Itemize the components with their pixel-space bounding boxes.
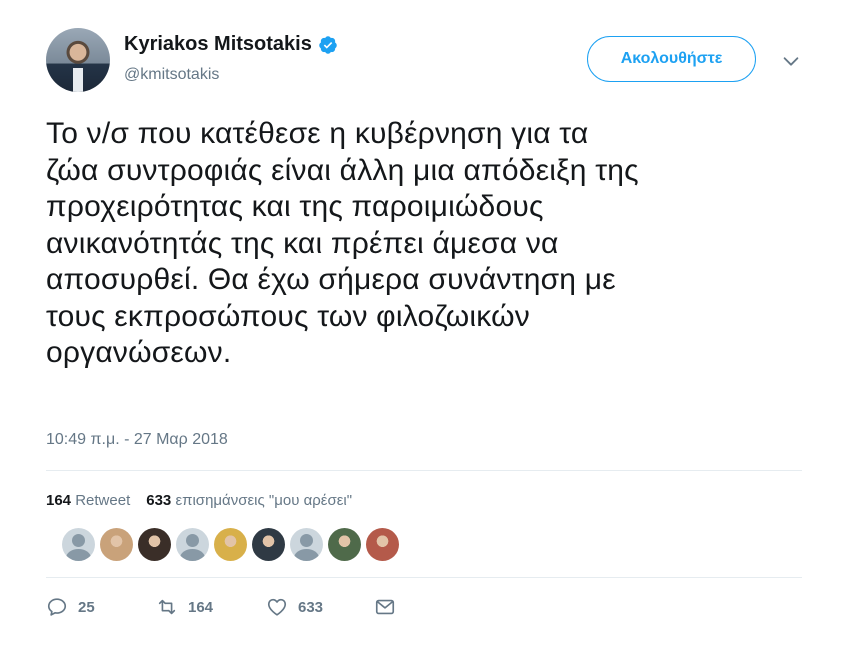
- liker-avatar[interactable]: [328, 528, 361, 561]
- retweet-stat[interactable]: 164 Retweet: [46, 492, 130, 509]
- envelope-icon: [375, 599, 395, 615]
- default-avatar-icon[interactable]: [176, 528, 209, 561]
- reply-count: 25: [78, 598, 95, 616]
- tweet-actions: 25 164 633: [46, 596, 396, 618]
- chevron-down-icon[interactable]: [780, 50, 802, 72]
- heart-icon: [267, 598, 287, 616]
- liker-avatar[interactable]: [214, 528, 247, 561]
- reply-icon: [47, 598, 67, 616]
- retweet-icon: [158, 599, 176, 615]
- divider-top: [46, 470, 802, 471]
- tweet-stats: 164 Retweet 633 επισημάνσεις "μου αρέσει…: [46, 492, 352, 509]
- follow-button[interactable]: Ακολουθήστε: [587, 36, 756, 82]
- author-name[interactable]: Kyriakos Mitsotakis: [124, 33, 312, 56]
- retweet-action[interactable]: 164: [156, 596, 266, 618]
- liker-avatar[interactable]: [366, 528, 399, 561]
- liker-avatar[interactable]: [100, 528, 133, 561]
- like-stat-count: 633: [146, 492, 172, 509]
- author-name-row: Kyriakos Mitsotakis: [124, 33, 338, 56]
- retweet-count: 164: [188, 598, 214, 616]
- author-handle[interactable]: @kmitsotakis: [124, 66, 219, 84]
- reply-action[interactable]: 25: [46, 596, 156, 618]
- message-action[interactable]: [374, 596, 396, 618]
- like-stat[interactable]: 633 επισημάνσεις "μου αρέσει": [146, 492, 352, 509]
- default-avatar-icon[interactable]: [62, 528, 95, 561]
- default-avatar-icon[interactable]: [290, 528, 323, 561]
- liker-avatars: [62, 528, 399, 561]
- avatar-shirt: [73, 68, 83, 92]
- retweet-stat-count: 164: [46, 492, 72, 509]
- author-avatar[interactable]: [46, 28, 110, 92]
- liker-avatar[interactable]: [138, 528, 171, 561]
- tweet-timestamp[interactable]: 10:49 π.μ. - 27 Μαρ 2018: [46, 431, 228, 449]
- retweet-stat-label: Retweet: [75, 492, 131, 509]
- tweet-text: Το ν/σ που κατέθεσε η κυβέρνηση για τα ζ…: [46, 117, 639, 369]
- like-stat-label: επισημάνσεις "μου αρέσει": [175, 492, 353, 509]
- verified-badge-icon: [319, 35, 337, 54]
- liker-avatar[interactable]: [252, 528, 285, 561]
- divider-bottom: [46, 577, 802, 578]
- like-action[interactable]: 633: [266, 596, 374, 618]
- like-count: 633: [298, 598, 324, 616]
